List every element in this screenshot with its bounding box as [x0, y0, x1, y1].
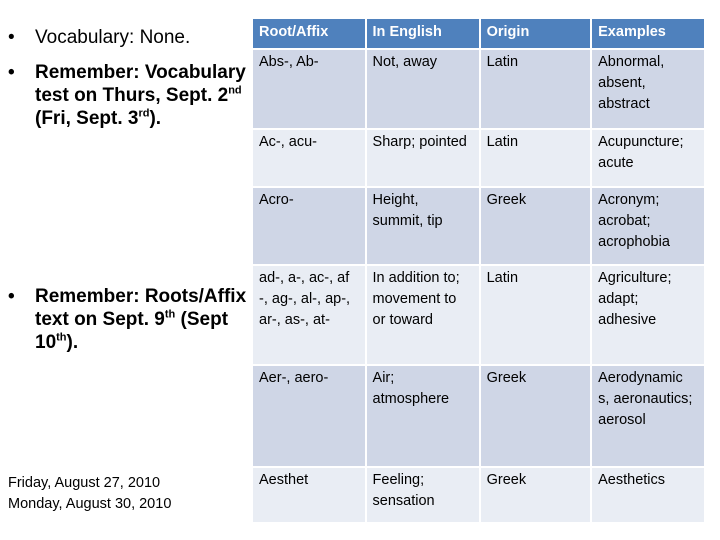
cell-root: Acro-: [253, 188, 365, 264]
header-root-affix: Root/Affix: [253, 19, 365, 48]
cell-examples: Agriculture; adapt; adhesive: [592, 266, 704, 364]
cell-meaning: Air; atmosphere: [366, 366, 479, 466]
cell-examples: Acupuncture; acute: [592, 130, 704, 186]
cell-root: Aer-, aero-: [253, 366, 365, 466]
cell-origin: Latin: [480, 50, 591, 128]
cell-root: Ac-, acu-: [253, 130, 365, 186]
roots-affix-table: Root/Affix In English Origin Examples Ab…: [251, 17, 706, 524]
cell-origin: Latin: [480, 266, 591, 364]
table-row: Aer-, aero- Air; atmosphere Greek Aerody…: [253, 366, 704, 466]
cell-origin: Greek: [480, 468, 591, 522]
cell-root: Aesthet: [253, 468, 365, 522]
table-header-row: Root/Affix In English Origin Examples: [253, 19, 704, 48]
table-row: ad-, a-, ac-, af -, ag-, al-, ap-, ar-, …: [253, 266, 704, 364]
table-row: Acro- Height, summit, tip Greek Acronym;…: [253, 188, 704, 264]
date-line: Monday, August 30, 2010: [8, 496, 172, 512]
cell-origin: Latin: [480, 130, 591, 186]
cell-examples: Aerodynamic s, aeronautics; aerosol: [592, 366, 704, 466]
bullet-text: Remember: Vocabulary test on Thurs, Sept…: [35, 62, 246, 129]
header-examples: Examples: [592, 19, 704, 48]
cell-root: Abs-, Ab-: [253, 50, 365, 128]
date-line: Friday, August 27, 2010: [8, 475, 161, 491]
bullet-text: Vocabulary: None.: [35, 27, 191, 48]
cell-meaning: Not, away: [366, 50, 479, 128]
bullet-text: Remember: Roots/Affix text on Sept. 9th …: [35, 286, 247, 353]
cell-root: ad-, a-, ac-, af -, ag-, al-, ap-, ar-, …: [253, 266, 365, 364]
cell-meaning: In addition to; movement to or toward: [366, 266, 479, 364]
table-row: Aesthet Feeling; sensation Greek Aesthet…: [253, 468, 704, 522]
bullet-marker: •: [8, 62, 15, 83]
cell-meaning: Height, summit, tip: [366, 188, 479, 264]
cell-origin: Greek: [480, 188, 591, 264]
cell-meaning: Feeling; sensation: [366, 468, 479, 522]
dates-block: Friday, August 27, 2010 Monday, August 3…: [8, 473, 171, 515]
table-row: Abs-, Ab- Not, away Latin Abnormal, abse…: [253, 50, 704, 128]
header-in-english: In English: [366, 19, 479, 48]
cell-meaning: Sharp; pointed: [366, 130, 479, 186]
bullet-marker: •: [8, 286, 15, 307]
cell-examples: Acronym; acrobat; acrophobia: [592, 188, 704, 264]
cell-examples: Abnormal, absent, abstract: [592, 50, 704, 128]
header-origin: Origin: [480, 19, 591, 48]
cell-examples: Aesthetics: [592, 468, 704, 522]
cell-origin: Greek: [480, 366, 591, 466]
table-row: Ac-, acu- Sharp; pointed Latin Acupunctu…: [253, 130, 704, 186]
bullet-marker: •: [8, 27, 15, 48]
